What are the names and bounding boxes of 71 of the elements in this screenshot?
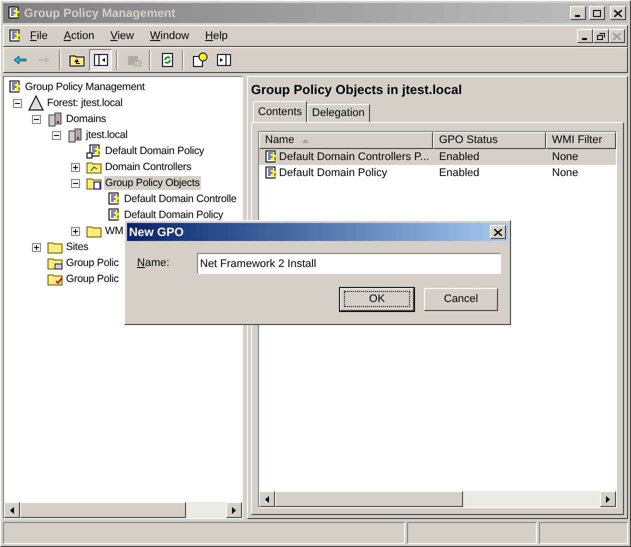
horizontal-scrollbar[interactable] <box>4 502 242 518</box>
table-cell-text: Default Domain Controllers P... <box>279 150 430 165</box>
table-cell-text: Default Domain Policy <box>279 166 388 181</box>
tree-pane-button[interactable] <box>89 49 112 71</box>
expand-icon[interactable] <box>71 226 80 236</box>
expand-icon[interactable] <box>71 162 80 172</box>
close-button[interactable] <box>610 6 626 20</box>
tree-item[interactable]: Domains <box>65 112 108 126</box>
tree-item[interactable]: Group Polic <box>65 272 120 286</box>
tree-item[interactable]: Default Domain Controlle <box>123 192 238 206</box>
left-arrow-icon <box>10 506 14 514</box>
restore-icon <box>597 32 605 40</box>
collapse-icon[interactable] <box>52 130 61 140</box>
column-header[interactable]: GPO Status <box>433 132 546 149</box>
table-row[interactable]: Default Domain Controllers P... Enabled None <box>259 149 616 165</box>
scroll-icon <box>86 143 102 159</box>
child-close-button[interactable] <box>609 29 625 43</box>
close-icon <box>494 228 502 236</box>
dialog-button[interactable]: OK <box>340 288 414 311</box>
table-cell-text: None <box>552 150 578 165</box>
expand-icon[interactable] <box>32 242 41 252</box>
menu-item[interactable]: File <box>22 28 56 44</box>
column-header[interactable]: WMI Filter <box>546 132 616 149</box>
table-cell-text: None <box>552 166 578 181</box>
maximize-icon <box>593 10 601 16</box>
tree-item[interactable]: Group Policy Objects <box>104 176 201 190</box>
menu-item[interactable]: Action <box>56 28 102 44</box>
table-row[interactable]: Default Domain Policy Enabled None <box>259 165 616 181</box>
window-title: Group Policy Management <box>24 5 176 22</box>
tree-pane-icon <box>92 52 108 68</box>
child-restore-button[interactable] <box>593 29 609 43</box>
dialog-title: New GPO <box>129 224 185 241</box>
tree-item[interactable]: Forest: jtest.local <box>46 96 124 110</box>
tree-item[interactable]: jtest.local <box>85 128 129 142</box>
menu-item[interactable]: Help <box>197 28 236 44</box>
tree-item[interactable]: Default Domain Policy <box>104 144 206 158</box>
column-header[interactable]: Name <box>259 132 433 149</box>
tree-item[interactable]: Default Domain Policy <box>123 208 224 222</box>
name-label: Name: <box>137 256 170 272</box>
dialog-button[interactable]: Cancel <box>424 288 498 311</box>
server-icon <box>47 111 63 127</box>
table-cell-text: Enabled <box>439 150 480 165</box>
collapse-icon[interactable] <box>13 98 22 108</box>
horizontal-scrollbar[interactable] <box>259 491 616 507</box>
close-button[interactable] <box>490 225 506 239</box>
tree-item[interactable]: WM <box>104 224 124 238</box>
collapse-icon[interactable] <box>71 178 80 188</box>
close-icon <box>614 10 622 16</box>
tab[interactable]: Contents <box>253 101 308 122</box>
right-arrow-icon <box>232 506 236 514</box>
triangle-icon <box>28 95 44 111</box>
sort-arrow-icon <box>302 138 310 142</box>
tree-item[interactable]: Group Policy Management <box>24 80 146 94</box>
tree-item[interactable]: Sites <box>65 240 90 254</box>
server-icon <box>67 127 83 143</box>
close-icon <box>613 32 621 40</box>
right-arrow-icon <box>606 496 610 502</box>
table-cell-text: Enabled <box>439 166 480 181</box>
maximize-button[interactable] <box>589 6 605 20</box>
child-minimize-button[interactable] <box>577 29 593 43</box>
menu-item[interactable]: View <box>102 28 142 44</box>
left-arrow-icon <box>265 496 269 502</box>
tree-item[interactable]: Group Polic <box>65 256 120 270</box>
tree-item[interactable]: Domain Controllers <box>104 160 192 174</box>
panel-title: Group Policy Objects in jtest.local <box>251 81 463 100</box>
minimize-button[interactable] <box>570 6 586 20</box>
pane-icon <box>216 52 232 68</box>
name-field[interactable]: Net Framework 2 Install <box>197 253 501 274</box>
menu-item[interactable]: Window <box>142 28 198 44</box>
tab[interactable]: Delegation <box>307 104 370 122</box>
collapse-icon[interactable] <box>32 114 41 124</box>
